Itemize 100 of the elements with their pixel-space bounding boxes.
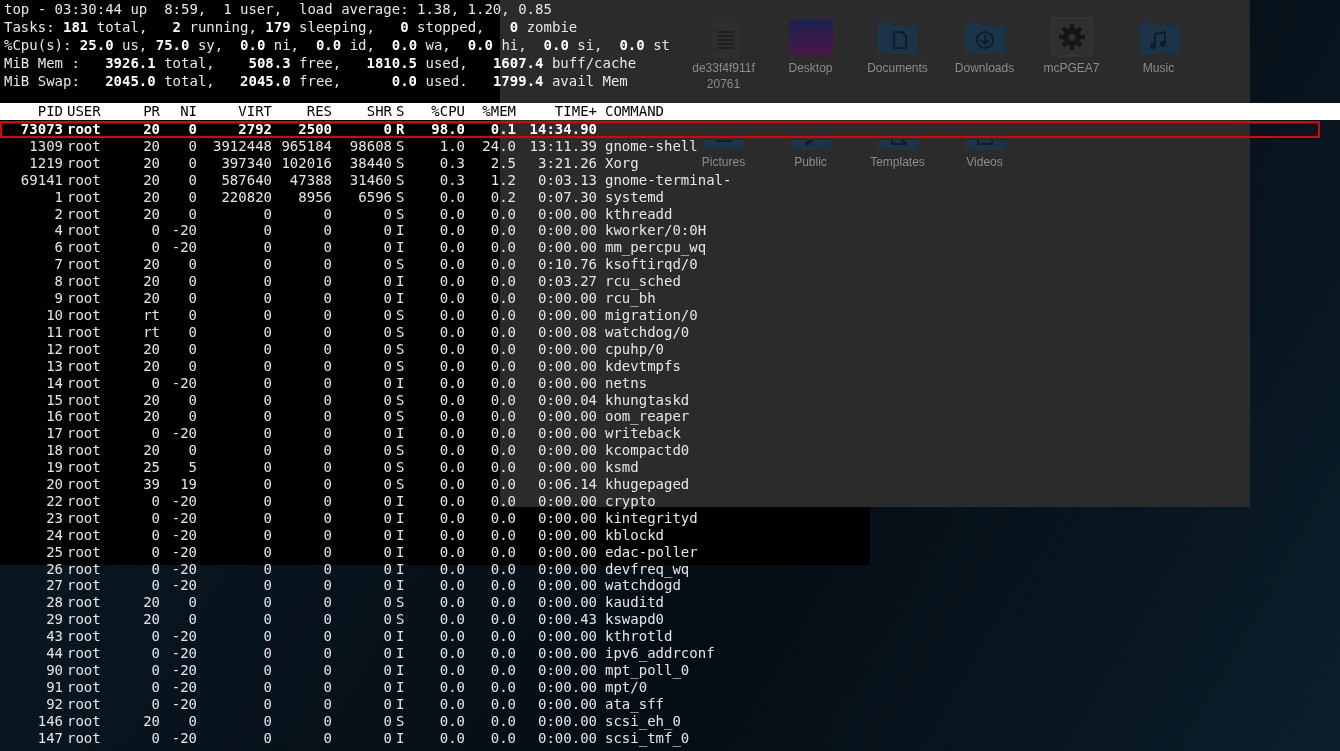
table-cell-text: -20 <box>170 729 197 747</box>
table-cell-text: 0 <box>382 645 392 662</box>
column-header: PID <box>36 103 63 120</box>
table-cell: I <box>396 577 406 595</box>
table-cell-text: root <box>67 374 102 392</box>
table-cell-text: 0 <box>382 357 392 375</box>
table-cell-text: 31460 <box>348 171 392 189</box>
table-cell-text: 0 <box>262 476 272 493</box>
table-cell-text: 0.0 <box>489 712 516 730</box>
table-cell-text: 0.0 <box>438 492 465 510</box>
table-cell-text: 98.0 <box>430 121 465 138</box>
summary-line: %Cpu(s): 25.0 us, 75.0 sy, 0.0 ni, 0.0 id, 0.0 wa, 0.0 hi, 0.0 si, 0.0 st <box>3 36 670 54</box>
table-cell-text: root <box>67 492 102 510</box>
table-cell-text: 0 <box>382 408 392 426</box>
table-cell-text: 1.0 <box>438 137 465 155</box>
table-cell-text: 0 <box>262 391 272 409</box>
table-cell-text: 0:00.00 <box>537 222 597 240</box>
table-cell-text: 20 <box>45 476 63 493</box>
table-cell-text: 0:00.00 <box>537 408 597 426</box>
table-cell-text: 0 <box>322 306 332 324</box>
table-cell: S <box>396 594 406 612</box>
file-label[interactable]: Templates <box>855 154 940 170</box>
table-cell-text: 0 <box>262 628 272 646</box>
table-cell-text: 0:06.14 <box>537 476 597 493</box>
table-cell-text: 2 <box>53 205 63 223</box>
table-cell-text: 0 <box>322 509 332 527</box>
table-cell-text: 22 <box>45 492 63 510</box>
table-cell-text: 0 <box>322 628 332 646</box>
table-cell: edac-poller <box>605 543 698 561</box>
table-cell-text: 38440 <box>348 154 392 172</box>
file-label[interactable]: Desktop <box>768 60 853 76</box>
table-cell: kthreadd <box>605 205 673 223</box>
table-cell-text: 0.0 <box>489 459 516 477</box>
table-cell-text: 2.5 <box>489 154 516 172</box>
file-label[interactable]: Documents <box>855 60 940 76</box>
table-cell: kworker/0:0H <box>605 222 707 240</box>
table-cell: S <box>396 408 406 426</box>
table-cell-text: -20 <box>170 526 197 544</box>
table-cell-text: 0:00.00 <box>537 594 597 612</box>
table-cell-text: 965184 <box>280 137 332 155</box>
table-cell-text: 0 <box>322 205 332 223</box>
table-cell-text: 19 <box>45 459 63 477</box>
column-header: VIRT <box>237 103 272 120</box>
table-cell-text: 0 <box>322 442 332 460</box>
table-cell-text: 0.0 <box>489 662 516 679</box>
file-label[interactable]: Pictures <box>681 154 766 170</box>
file-label[interactable]: Music <box>1116 60 1201 76</box>
table-cell-text: 8956 <box>297 188 332 206</box>
table-cell: netns <box>605 374 648 392</box>
table-cell-text: 0 <box>262 577 272 595</box>
table-cell-text: 0:00.00 <box>537 306 597 324</box>
table-cell-text: 6596 <box>357 188 392 206</box>
table-cell-text: 0 <box>382 509 392 527</box>
table-cell: ksoftirqd/0 <box>605 256 698 274</box>
table-cell-text: 0 <box>187 357 197 375</box>
file-label[interactable]: mcPGEA7 <box>1029 60 1114 76</box>
file-label[interactable]: Videos <box>942 154 1027 170</box>
table-cell-text: 0.0 <box>438 509 465 527</box>
table-cell: I <box>396 729 406 747</box>
table-cell-text: 0.0 <box>489 290 516 307</box>
table-cell-text: 0 <box>150 425 160 443</box>
table-cell-text: root <box>67 678 102 696</box>
table-cell-text: 20 <box>142 340 160 358</box>
table-cell-text: root <box>67 188 102 206</box>
table-cell: I <box>396 678 406 696</box>
table-cell: khugepaged <box>605 476 690 493</box>
file-label[interactable]: Downloads <box>942 60 1027 76</box>
table-cell-text: 0 <box>322 290 332 307</box>
table-cell-text: 20 <box>142 712 160 730</box>
table-cell-text: 397340 <box>220 154 272 172</box>
file-label[interactable]: de33f4f911f 20761 <box>681 60 766 92</box>
table-cell-text: 0:00.43 <box>537 611 597 629</box>
table-cell-text: 0.0 <box>489 323 516 341</box>
table-cell-text: root <box>67 391 102 409</box>
table-cell-text: 0 <box>150 374 160 392</box>
table-cell-text: 20 <box>142 442 160 460</box>
table-cell-text: root <box>67 408 102 426</box>
table-cell: S <box>396 476 406 493</box>
table-cell-text: 0 <box>262 205 272 223</box>
table-cell: kcompactd0 <box>605 442 690 460</box>
table-cell-text: 0 <box>382 374 392 392</box>
table-cell: Xorg <box>605 154 639 172</box>
table-cell-text: root <box>67 526 102 544</box>
table-cell-text: 14 <box>45 374 63 392</box>
table-cell-text: 0 <box>262 594 272 612</box>
table-cell-text: 0 <box>150 509 160 527</box>
table-cell-text: 1.2 <box>489 171 516 189</box>
table-cell-text: root <box>67 611 102 629</box>
table-cell-text: 0.2 <box>489 188 516 206</box>
column-header: %MEM <box>481 103 516 120</box>
table-cell-text: 0.0 <box>489 442 516 460</box>
table-cell-text: 0:00.00 <box>537 357 597 375</box>
column-header: RES <box>305 103 332 120</box>
table-cell-text: 1 <box>53 188 63 206</box>
table-cell-text: 0 <box>382 543 392 561</box>
table-cell: mm_percpu_wq <box>605 239 707 257</box>
file-label[interactable]: Public <box>768 154 853 170</box>
table-cell-text: 0 <box>150 239 160 257</box>
table-cell-text: 0 <box>262 256 272 274</box>
table-cell-text: 0:00.00 <box>537 340 597 358</box>
